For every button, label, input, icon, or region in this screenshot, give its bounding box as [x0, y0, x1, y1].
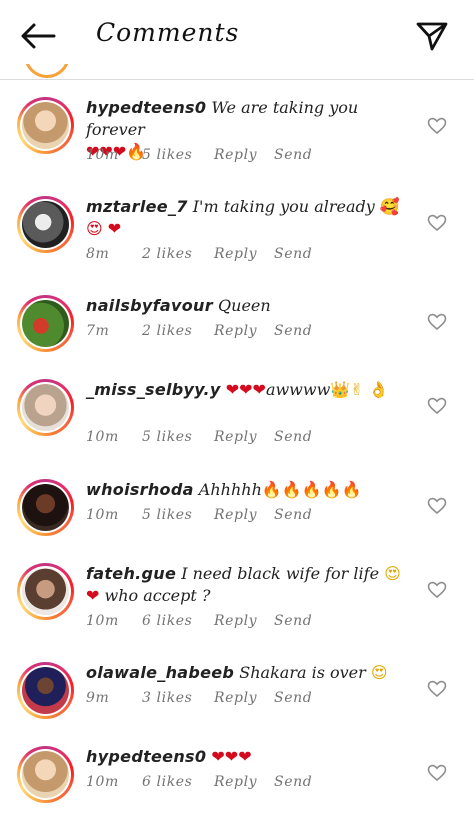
reply-button[interactable]: Reply: [214, 429, 274, 445]
comment-meta: 10m 5 likes Reply Send: [86, 147, 312, 163]
heart-outline-icon[interactable]: [427, 397, 447, 415]
comment-username[interactable]: mztarlee_7: [86, 197, 188, 216]
comment-username[interactable]: olawale_habeeb: [86, 663, 234, 682]
comment-emoji: 😍: [370, 663, 388, 682]
heart-outline-icon[interactable]: [427, 117, 447, 135]
comment-text: hypedteens0 ❤❤❤: [86, 746, 406, 768]
comment-meta: 7m 2 likes Reply Send: [86, 323, 312, 339]
send-button[interactable]: Send: [274, 690, 312, 706]
comment-time: 10m: [86, 613, 119, 629]
comment-username[interactable]: whoisrhoda: [86, 480, 194, 499]
send-button[interactable]: Send: [274, 429, 312, 445]
avatar[interactable]: [17, 379, 74, 436]
avatar[interactable]: [17, 563, 74, 620]
send-button[interactable]: Send: [274, 323, 312, 339]
comment-emoji: ❤: [86, 586, 100, 605]
comment-text: nailsbyfavour Queen: [86, 295, 406, 317]
send-button[interactable]: Send: [274, 613, 312, 629]
comment-username[interactable]: _miss_selbyy.y: [86, 380, 221, 399]
comment-username[interactable]: hypedteens0: [86, 98, 206, 117]
comment-body: awwww: [265, 380, 331, 399]
comment-body: Ahhhhh: [198, 480, 262, 499]
comment-emoji: ❤❤❤: [225, 380, 266, 399]
header: Comments: [0, 0, 474, 80]
comment-text: _miss_selbyy.y ❤❤❤awwww👑✌ 👌: [86, 379, 406, 401]
send-button[interactable]: Send: [274, 147, 312, 163]
comment-username[interactable]: hypedteens0: [86, 747, 206, 766]
comment-body: I need black wife for life: [181, 564, 380, 583]
avatar[interactable]: [17, 97, 74, 154]
heart-outline-icon[interactable]: [427, 214, 447, 232]
comment-username[interactable]: nailsbyfavour: [86, 296, 213, 315]
avatar[interactable]: [17, 479, 74, 536]
comment-meta: 9m 3 likes Reply Send: [86, 690, 312, 706]
heart-outline-icon[interactable]: [427, 313, 447, 331]
comment-time: 10m: [86, 429, 119, 445]
send-button[interactable]: Send: [274, 507, 312, 523]
comment-emoji: 🔥🔥🔥🔥🔥: [261, 480, 362, 499]
comment-meta: 10m 5 likes Reply Send: [86, 507, 312, 523]
comment-likes[interactable]: 5 likes: [142, 147, 214, 163]
reply-button[interactable]: Reply: [214, 507, 274, 523]
comment-time: 8m: [86, 246, 110, 262]
heart-outline-icon[interactable]: [427, 497, 447, 515]
comment-time: 10m: [86, 774, 119, 790]
comment-meta: 10m 5 likes Reply Send: [86, 429, 312, 445]
comment-likes[interactable]: 3 likes: [142, 690, 214, 706]
comment-likes[interactable]: 2 likes: [142, 246, 214, 262]
comment-text: olawale_habeeb Shakara is over 😍: [86, 662, 406, 684]
comment-time: 9m: [86, 690, 110, 706]
paper-plane-icon[interactable]: [414, 20, 450, 52]
reply-button[interactable]: Reply: [214, 246, 274, 262]
comment-emoji: 👑✌ 👌: [330, 380, 389, 399]
reply-button[interactable]: Reply: [214, 690, 274, 706]
comment-time: 10m: [86, 147, 119, 163]
comment-emoji: ❤❤❤: [211, 747, 252, 766]
comment-likes[interactable]: 2 likes: [142, 323, 214, 339]
comment-username[interactable]: fateh.gue: [86, 564, 176, 583]
comment-meta: 10m 6 likes Reply Send: [86, 774, 312, 790]
reply-button[interactable]: Reply: [214, 323, 274, 339]
page-title: Comments: [96, 18, 240, 47]
avatar[interactable]: [17, 196, 74, 253]
comment-text: whoisrhoda Ahhhhh🔥🔥🔥🔥🔥: [86, 479, 406, 501]
avatar[interactable]: [17, 662, 74, 719]
reply-button[interactable]: Reply: [214, 613, 274, 629]
comment-text: mztarlee_7 I'm taking you already 🥰😍 ❤: [86, 196, 406, 240]
send-button[interactable]: Send: [274, 774, 312, 790]
avatar[interactable]: [17, 746, 74, 803]
comment-likes[interactable]: 5 likes: [142, 429, 214, 445]
comment-time: 7m: [86, 323, 110, 339]
comment-meta: 8m 2 likes Reply Send: [86, 246, 312, 262]
reply-button[interactable]: Reply: [214, 774, 274, 790]
comment-time: 10m: [86, 507, 119, 523]
comment-text: fateh.gue I need black wife for life 😍 ❤…: [86, 563, 406, 607]
heart-outline-icon[interactable]: [427, 581, 447, 599]
heart-outline-icon[interactable]: [427, 680, 447, 698]
send-button[interactable]: Send: [274, 246, 312, 262]
back-arrow-icon[interactable]: [18, 20, 58, 52]
comment-likes[interactable]: 5 likes: [142, 507, 214, 523]
comment-meta: 10m 6 likes Reply Send: [86, 613, 312, 629]
comment-likes[interactable]: 6 likes: [142, 613, 214, 629]
comment-body: who accept ?: [104, 586, 211, 605]
comment-body: Queen: [218, 296, 271, 315]
reply-button[interactable]: Reply: [214, 147, 274, 163]
comment-body: Shakara is over: [239, 663, 366, 682]
comment-likes[interactable]: 6 likes: [142, 774, 214, 790]
comment-emoji: 😍: [384, 564, 401, 583]
comment-body: I'm taking you already: [192, 197, 375, 216]
avatar[interactable]: [17, 295, 74, 352]
heart-outline-icon[interactable]: [427, 764, 447, 782]
